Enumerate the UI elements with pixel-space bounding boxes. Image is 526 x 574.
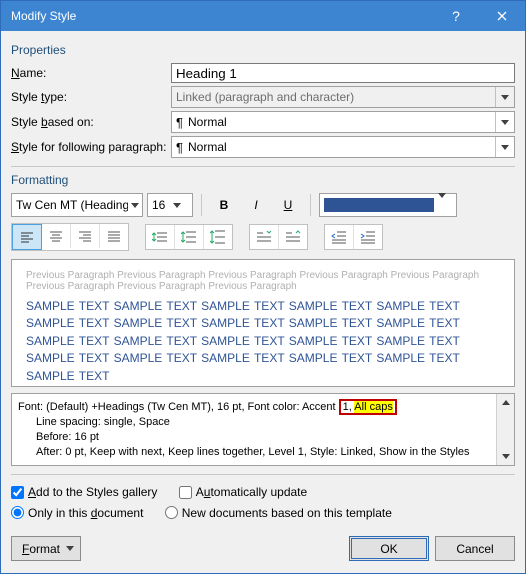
align-center-icon bbox=[49, 230, 63, 242]
titlebar: Modify Style ? bbox=[1, 1, 525, 31]
para-space-icon bbox=[256, 230, 272, 244]
chevron-down-icon[interactable] bbox=[169, 194, 185, 216]
preview-box: Previous Paragraph Previous Paragraph Pr… bbox=[11, 259, 515, 387]
line-spacing-icon bbox=[210, 230, 226, 244]
ok-button[interactable]: OK bbox=[349, 536, 429, 561]
chevron-down-icon[interactable] bbox=[438, 198, 456, 212]
close-button[interactable] bbox=[479, 1, 525, 31]
decrease-indent-button[interactable] bbox=[325, 225, 354, 249]
format-button[interactable]: Format bbox=[11, 536, 81, 561]
decrease-para-before-button[interactable] bbox=[279, 225, 307, 249]
only-this-doc-radio[interactable]: Only in this document bbox=[11, 506, 143, 520]
indent-group bbox=[324, 224, 383, 250]
desc-line1: Font: (Default) +Headings (Tw Cen MT), 1… bbox=[18, 401, 339, 413]
separator bbox=[201, 194, 202, 216]
chevron-down-icon[interactable] bbox=[128, 194, 142, 216]
align-justify-icon bbox=[107, 230, 121, 242]
scroll-up-button[interactable] bbox=[497, 394, 514, 411]
style-type-combo: Linked (paragraph and character) bbox=[171, 86, 515, 108]
window-title: Modify Style bbox=[11, 9, 433, 23]
increase-indent-icon bbox=[360, 230, 376, 244]
modify-style-dialog: Modify Style ? Properties Name: Style ty… bbox=[0, 0, 526, 574]
align-right-icon bbox=[78, 230, 92, 242]
pilcrow-icon: ¶ bbox=[176, 141, 183, 154]
font-size-value: 16 bbox=[148, 198, 169, 212]
desc-allcaps-highlight: All caps bbox=[354, 401, 393, 413]
color-swatch bbox=[324, 198, 434, 212]
formatting-heading: Formatting bbox=[11, 173, 515, 187]
pilcrow-icon: ¶ bbox=[176, 116, 183, 129]
cancel-button[interactable]: Cancel bbox=[435, 536, 515, 561]
desc-line4: After: 0 pt, Keep with next, Keep lines … bbox=[18, 445, 490, 460]
desc-line2: Line spacing: single, Space bbox=[18, 415, 490, 430]
align-left-icon bbox=[20, 231, 34, 243]
name-label: Name: bbox=[11, 66, 171, 80]
style-type-value: Linked (paragraph and character) bbox=[172, 90, 495, 104]
style-following-label: Style for following paragraph: bbox=[11, 140, 171, 154]
underline-button[interactable]: U bbox=[274, 193, 302, 217]
align-center-button[interactable] bbox=[42, 224, 71, 248]
align-right-button[interactable] bbox=[71, 224, 100, 248]
properties-heading: Properties bbox=[11, 43, 515, 57]
align-justify-button[interactable] bbox=[100, 224, 128, 248]
font-name-combo[interactable]: Tw Cen MT (Headings) bbox=[11, 193, 143, 217]
line-spacing-icon bbox=[181, 230, 197, 244]
line-spacing-icon bbox=[152, 230, 168, 244]
style-based-combo[interactable]: ¶ Normal bbox=[171, 111, 515, 133]
bold-button[interactable]: B bbox=[210, 193, 238, 217]
add-gallery-checkbox[interactable]: Add to the Styles gallery bbox=[11, 485, 157, 499]
para-spacing-group bbox=[249, 224, 308, 250]
style-following-value: Normal bbox=[188, 140, 227, 154]
para-space-icon bbox=[285, 230, 301, 244]
line-spacing-1_5-button[interactable] bbox=[175, 225, 204, 249]
scrollbar[interactable] bbox=[496, 394, 514, 465]
font-color-combo[interactable] bbox=[319, 193, 457, 217]
name-input[interactable] bbox=[171, 63, 515, 83]
increase-para-before-button[interactable] bbox=[250, 225, 279, 249]
close-icon bbox=[497, 11, 507, 21]
style-type-label: Style type: bbox=[11, 90, 171, 104]
chevron-down-icon bbox=[66, 546, 74, 552]
line-spacing-2-button[interactable] bbox=[204, 225, 232, 249]
preview-sample: SAMPLE TEXT SAMPLE TEXT SAMPLE TEXT SAMP… bbox=[26, 298, 500, 385]
scroll-down-button[interactable] bbox=[497, 448, 514, 465]
style-based-value: Normal bbox=[188, 115, 227, 129]
font-size-combo[interactable]: 16 bbox=[147, 193, 193, 217]
style-based-label: Style based on: bbox=[11, 115, 171, 129]
line-spacing-1-button[interactable] bbox=[146, 225, 175, 249]
alignment-group bbox=[11, 223, 129, 251]
align-left-button[interactable] bbox=[12, 224, 42, 250]
decrease-indent-icon bbox=[331, 230, 347, 244]
auto-update-checkbox[interactable]: Automatically update bbox=[179, 485, 307, 499]
help-button[interactable]: ? bbox=[433, 1, 479, 31]
italic-button[interactable]: I bbox=[242, 193, 270, 217]
chevron-down-icon[interactable] bbox=[495, 112, 514, 132]
desc-line3: Before: 16 pt bbox=[18, 430, 490, 445]
preview-previous: Previous Paragraph Previous Paragraph Pr… bbox=[26, 270, 500, 292]
separator bbox=[310, 194, 311, 216]
spacing-group bbox=[145, 224, 233, 250]
new-docs-radio[interactable]: New documents based on this template bbox=[165, 506, 392, 520]
style-description: Font: (Default) +Headings (Tw Cen MT), 1… bbox=[11, 393, 515, 466]
font-name-value: Tw Cen MT (Headings) bbox=[12, 198, 128, 212]
chevron-down-icon bbox=[495, 87, 514, 107]
chevron-down-icon[interactable] bbox=[495, 137, 514, 157]
increase-indent-button[interactable] bbox=[354, 225, 382, 249]
style-following-combo[interactable]: ¶ Normal bbox=[171, 136, 515, 158]
